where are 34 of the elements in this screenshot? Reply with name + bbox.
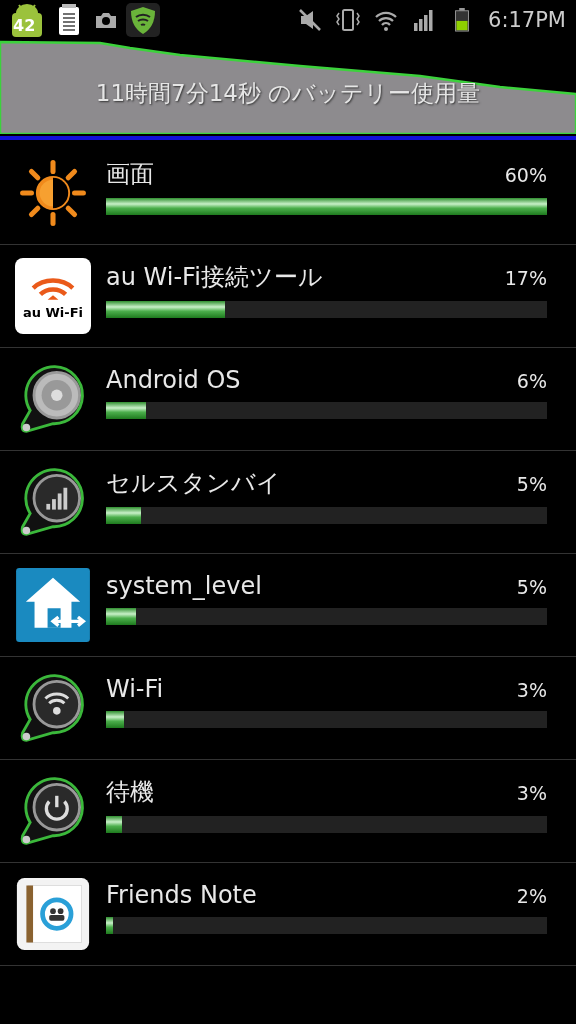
clock: 6:17PM (488, 8, 566, 32)
app-row[interactable]: 待機 3% (0, 760, 576, 863)
app-row[interactable]: au Wi-Fi au Wi-Fi接続ツール 17% (0, 245, 576, 348)
mute-icon (298, 8, 323, 32)
usage-percent: 60% (504, 163, 547, 186)
app-name: Friends Note (106, 880, 257, 909)
usage-percent: 5% (516, 575, 547, 598)
app-row[interactable]: セルスタンバイ 5% (0, 451, 576, 554)
usage-percent: 2% (516, 884, 547, 907)
app-row[interactable]: Friends Note 2% (0, 863, 576, 966)
house-icon (15, 567, 91, 643)
shield-icon (126, 3, 160, 37)
app-name: system_level (106, 571, 262, 600)
app-name: Wi-Fi (106, 674, 164, 703)
app-name: au Wi-Fi接続ツール (106, 261, 323, 293)
usage-percent: 3% (516, 678, 547, 701)
au-wifi-icon: au Wi-Fi (15, 258, 91, 334)
vibrate-icon (336, 8, 361, 32)
usage-percent: 6% (516, 369, 547, 392)
usage-percent: 17% (504, 266, 547, 289)
app-row[interactable]: Wi-Fi 3% (0, 657, 576, 760)
usage-percent: 5% (516, 472, 547, 495)
notification-count: 42 (13, 16, 36, 35)
app-name: 待機 (106, 776, 154, 808)
app-name: Android OS (106, 365, 241, 394)
app-name: セルスタンバイ (106, 467, 281, 499)
app-row[interactable]: Android OS 6% (0, 348, 576, 451)
android-icon (10, 3, 44, 37)
notebook-icon (15, 876, 91, 952)
app-row[interactable]: system_level 5% (0, 554, 576, 657)
usage-title: 11時間7分14秒 のバッテリー使用量 (94, 79, 482, 108)
app-row[interactable]: 画面 60% (0, 142, 576, 245)
app-name: 画面 (106, 158, 154, 190)
usage-percent: 3% (516, 781, 547, 804)
